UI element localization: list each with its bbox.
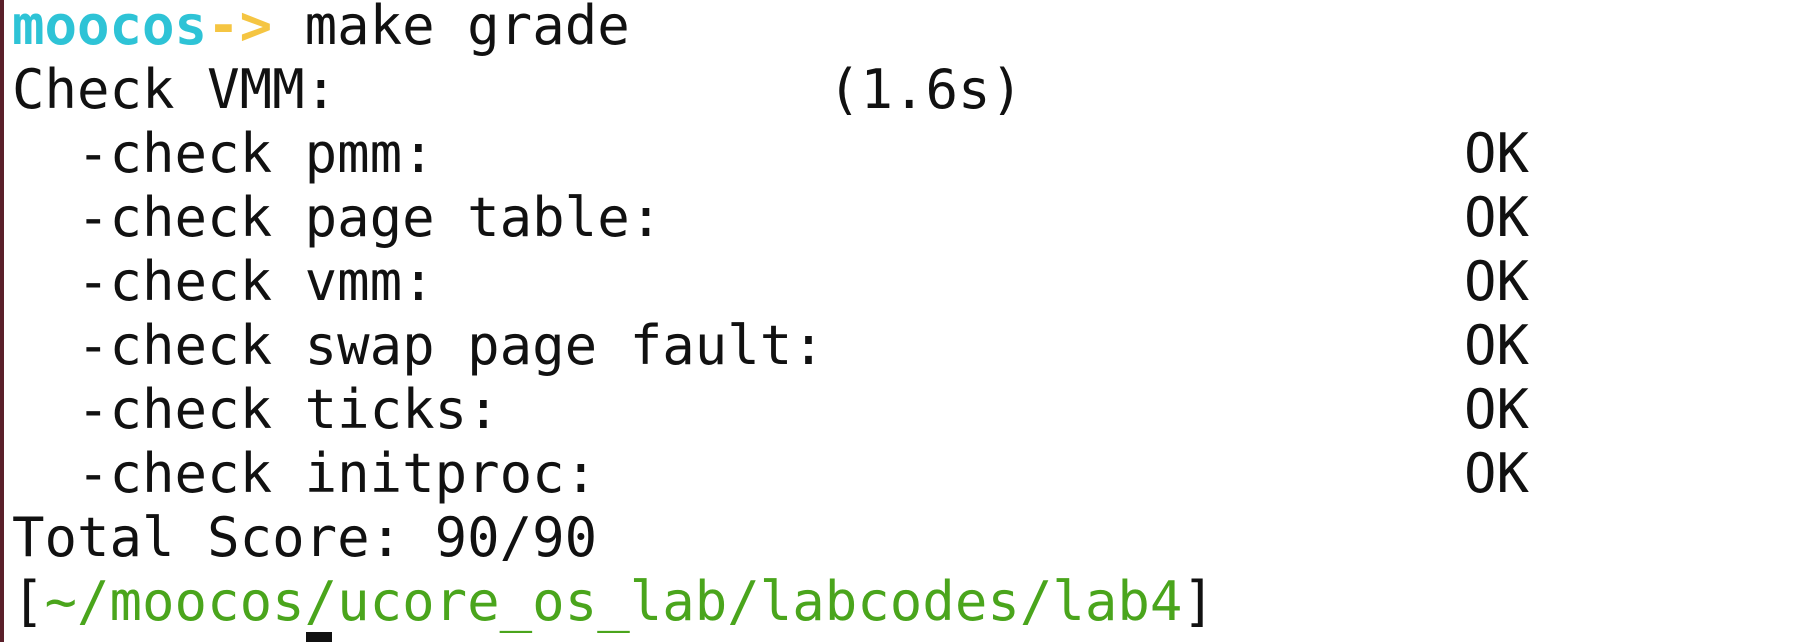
cwd-line: [~/moocos/ucore_os_lab/labcodes/lab4] <box>12 570 1215 634</box>
check-row: -check vmm: OK <box>12 250 1529 314</box>
check-row: -check ticks: OK <box>12 378 1529 442</box>
section-time: (1.6s) <box>828 58 1024 121</box>
prompt-line: moocos-> make grade <box>12 0 630 58</box>
command-text: make grade <box>272 0 630 57</box>
check-label: -check page table: <box>12 186 663 249</box>
check-label: -check vmm: <box>12 250 435 313</box>
check-label: -check ticks: <box>12 378 500 441</box>
check-row: -check pmm: OK <box>12 122 1529 186</box>
text-cursor <box>306 632 332 642</box>
section-title: Check VMM: <box>12 58 338 121</box>
cwd-open-bracket: [ <box>12 570 45 633</box>
check-status: OK <box>1464 442 1530 505</box>
check-status: OK <box>1464 378 1530 441</box>
check-status: OK <box>1464 250 1530 313</box>
check-row: -check swap page fault: OK <box>12 314 1529 378</box>
prompt-arrow: -> <box>207 0 273 57</box>
cwd-close-bracket: ] <box>1182 570 1215 633</box>
check-row: -check page table: OK <box>12 186 1529 250</box>
check-status: OK <box>1464 186 1530 249</box>
total-score-line: Total Score: 90/90 <box>12 506 598 569</box>
check-status: OK <box>1464 314 1530 377</box>
check-label: -check initproc: <box>12 442 598 505</box>
section-header-line: Check VMM: (1.6s) <box>12 58 1023 122</box>
check-label: -check swap page fault: <box>12 314 825 377</box>
prompt-host: moocos <box>12 0 208 57</box>
terminal-window[interactable]: moocos-> make grade Check VMM: (1.6s) -ch… <box>0 0 1818 642</box>
cwd-path: ~/moocos/ucore_os_lab/labcodes/lab4 <box>44 570 1183 633</box>
check-label: -check pmm: <box>12 122 435 185</box>
check-status: OK <box>1464 122 1530 185</box>
check-row: -check initproc: OK <box>12 442 1529 506</box>
